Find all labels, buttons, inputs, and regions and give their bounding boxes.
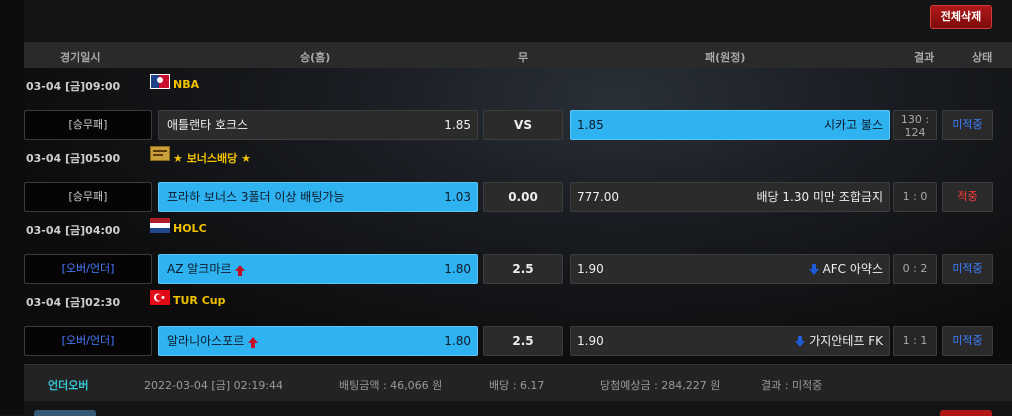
summary-result: 결과 : 미적중	[761, 379, 823, 392]
home-team: 프라하 보너스 3폴더 이상 배팅가능	[167, 190, 345, 204]
match-datetime: 03-04 [금]04:00	[26, 224, 121, 237]
header-draw: 무	[518, 51, 529, 64]
home-odds-button[interactable]: 프라하 보너스 3폴더 이상 배팅가능 1.03	[158, 182, 478, 212]
arrow-down-icon	[808, 264, 819, 275]
summary-expected-win: 당첨예상금 : 284,227 원	[600, 379, 721, 392]
league-name: NBA	[173, 78, 200, 91]
summary-odds: 배당 : 6.17	[489, 379, 545, 392]
home-team: AZ 알크마르	[167, 262, 232, 276]
partial-button-left[interactable]	[34, 410, 96, 416]
header-result: 결과	[914, 51, 935, 64]
arrow-up-icon	[248, 336, 259, 348]
away-team: 가지안테프 FK	[809, 334, 883, 348]
league-name: TUR Cup	[173, 294, 226, 307]
away-odds-button[interactable]: 1.90 가지안테프 FK	[570, 326, 890, 356]
away-team: AFC 아약스	[822, 262, 883, 276]
header-status: 상태	[972, 51, 993, 64]
header-lose-away: 패(원정)	[705, 51, 746, 64]
match-datetime: 03-04 [금]02:30	[26, 296, 121, 309]
bet-type: [오버/언더]	[24, 326, 152, 356]
bet-row: [오버/언더] 알라니아스포르 1.80 2.5 1.90 가지안테프 FK 1…	[24, 326, 1012, 358]
home-odds: 1.03	[444, 190, 471, 204]
match-datetime: 03-04 [금]09:00	[26, 80, 121, 93]
away-odds-button[interactable]: 1.85 시카고 불스	[570, 110, 890, 140]
header-date: 경기일시	[60, 51, 101, 64]
away-odds: 1.85	[577, 118, 604, 132]
match-datetime: 03-04 [금]05:00	[26, 152, 121, 165]
bet-summary: 언더오버 2022-03-04 [금] 02:19:44 배팅금액 : 46,0…	[24, 364, 1012, 401]
home-team: 알라니아스포르	[167, 334, 245, 348]
status-badge[interactable]: 미적중	[942, 254, 993, 284]
top-toolbar: 전체삭제	[24, 0, 1012, 42]
away-team: 배당 1.30 미만 조합금지	[756, 190, 883, 204]
header-win-home: 승(홈)	[300, 51, 331, 64]
bet-row: [승무패] 프라하 보너스 3폴더 이상 배팅가능 1.03 0.00 777.…	[24, 182, 1012, 214]
left-gutter	[0, 0, 24, 415]
match-score: 0 : 2	[893, 254, 937, 284]
home-odds: 1.80	[444, 334, 471, 348]
status-badge[interactable]: 적중	[942, 182, 993, 212]
draw-odds-button[interactable]: 0.00	[483, 182, 563, 212]
summary-type: 언더오버	[48, 379, 89, 392]
turkey-flag-icon	[150, 290, 170, 305]
nba-logo-icon	[150, 74, 170, 89]
match-score: 1 : 1	[893, 326, 937, 356]
bet-type: [승무패]	[24, 182, 152, 212]
arrow-down-icon	[795, 336, 806, 347]
bet-type: [승무패]	[24, 110, 152, 140]
partial-button-right[interactable]	[940, 410, 992, 416]
away-odds: 777.00	[577, 190, 619, 204]
match-score: 130 : 124	[893, 110, 937, 140]
away-odds: 1.90	[577, 334, 604, 348]
home-odds-button[interactable]: 알라니아스포르 1.80	[158, 326, 478, 356]
handicap-value[interactable]: 2.5	[483, 254, 563, 284]
bet-list: 03-04 [금]09:00 NBA [승무패] 애틀랜타 호크스 1.85 V…	[24, 68, 1012, 364]
bet-row: [승무패] 애틀랜타 호크스 1.85 VS 1.85 시카고 불스 130 :…	[24, 110, 1012, 142]
away-team: 시카고 불스	[823, 118, 883, 132]
home-odds-button[interactable]: AZ 알크마르 1.80	[158, 254, 478, 284]
bonus-icon	[150, 146, 170, 161]
status-badge[interactable]: 미적중	[942, 326, 993, 356]
away-odds: 1.90	[577, 262, 604, 276]
bet-row: [오버/언더] AZ 알크마르 1.80 2.5 1.90 AFC 아약스 0 …	[24, 254, 1012, 286]
home-odds-button[interactable]: 애틀랜타 호크스 1.85	[158, 110, 478, 140]
league-name: HOLC	[173, 222, 207, 235]
clear-all-button[interactable]: 전체삭제	[930, 5, 992, 29]
handicap-value[interactable]: 2.5	[483, 326, 563, 356]
home-odds: 1.85	[444, 118, 471, 132]
status-badge[interactable]: 미적중	[942, 110, 993, 140]
summary-datetime: 2022-03-04 [금] 02:19:44	[144, 379, 284, 392]
table-header: 경기일시 승(홈) 무 패(원정) 결과 상태	[24, 42, 1012, 68]
home-team: 애틀랜타 호크스	[167, 118, 249, 132]
summary-bet-amount: 배팅금액 : 46,066 원	[339, 379, 443, 392]
away-odds-button[interactable]: 777.00 배당 1.30 미만 조합금지	[570, 182, 890, 212]
league-name: ★ 보너스배당 ★	[173, 152, 251, 165]
netherlands-flag-icon	[150, 218, 170, 233]
home-odds: 1.80	[444, 262, 471, 276]
arrow-up-icon	[235, 264, 246, 276]
bet-type: [오버/언더]	[24, 254, 152, 284]
match-score: 1 : 0	[893, 182, 937, 212]
away-odds-button[interactable]: 1.90 AFC 아약스	[570, 254, 890, 284]
draw-odds-button[interactable]: VS	[483, 110, 563, 140]
